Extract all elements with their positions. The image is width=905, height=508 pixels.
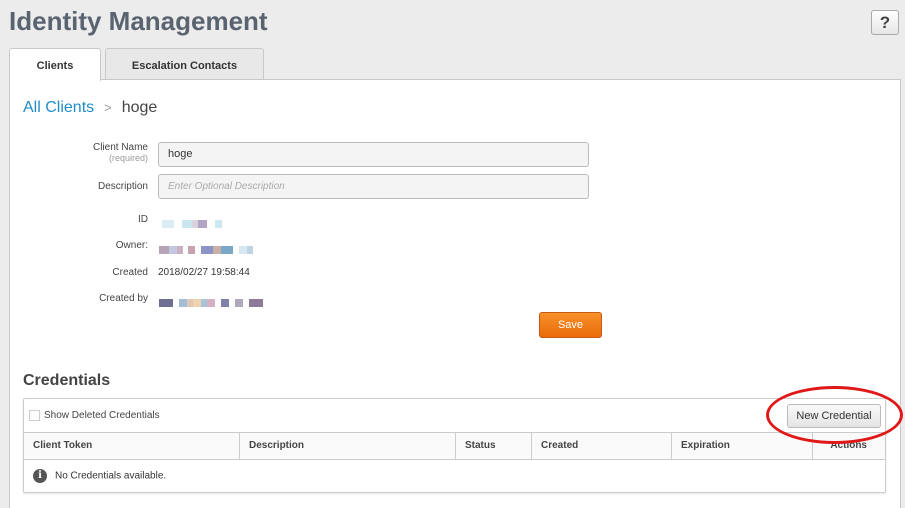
created-value: 2018/02/27 19:58:44 [158, 267, 250, 278]
description-input[interactable]: Enter Optional Description [158, 174, 589, 199]
show-deleted-checkbox[interactable] [29, 410, 40, 421]
empty-message-row: i No Credentials available. [33, 469, 166, 483]
page-title: Identity Management [9, 6, 268, 36]
new-credential-button[interactable]: New Credential [787, 404, 881, 428]
column-status[interactable]: Status [456, 433, 532, 459]
redacted-created-by [159, 294, 263, 307]
breadcrumb-separator: > [104, 100, 112, 115]
created-label: Created [112, 267, 148, 278]
owner-label: Owner: [115, 240, 148, 251]
redacted-owner [159, 241, 253, 254]
tab-clients[interactable]: Clients [9, 48, 101, 81]
column-client-token[interactable]: Client Token [24, 433, 240, 459]
breadcrumb: All Clients > hoge [23, 99, 157, 117]
tab-escalation-contacts[interactable]: Escalation Contacts [105, 48, 264, 80]
save-button[interactable]: Save [539, 312, 602, 338]
created-by-label: Created by [99, 293, 148, 304]
client-name-label-text: Client Name [92, 142, 148, 153]
show-deleted-label[interactable]: Show Deleted Credentials [44, 410, 160, 421]
column-created[interactable]: Created [532, 433, 672, 459]
info-icon: i [33, 469, 47, 483]
column-description[interactable]: Description [240, 433, 456, 459]
breadcrumb-current: hoge [121, 99, 158, 116]
breadcrumb-all-clients-link[interactable]: All Clients [23, 99, 94, 116]
column-expiration[interactable]: Expiration [672, 433, 813, 459]
credentials-table: Show Deleted Credentials New Credential … [23, 398, 886, 493]
id-label: ID [138, 214, 148, 225]
client-name-label: Client Name (required) [93, 142, 148, 163]
description-label: Description [97, 181, 148, 192]
column-actions: Actions [830, 440, 867, 451]
help-button[interactable]: ? [871, 10, 899, 35]
redacted-id [162, 215, 222, 228]
required-note: (required) [108, 153, 148, 163]
empty-message: No Credentials available. [55, 470, 167, 482]
credentials-title: Credentials [23, 372, 111, 389]
client-name-input[interactable]: hoge [158, 142, 589, 167]
table-header: Client Token Description Status Created … [24, 432, 885, 460]
